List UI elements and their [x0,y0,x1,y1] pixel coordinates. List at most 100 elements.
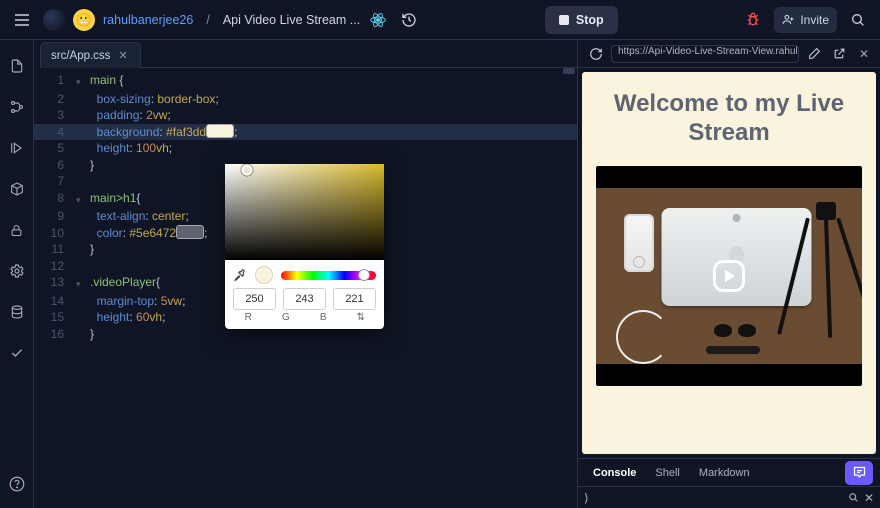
console-search-icon[interactable] [847,491,860,504]
line-number: 12 [34,258,76,275]
console-clear-icon[interactable]: ✕ [864,491,874,505]
line-number: 8 [34,190,76,209]
line-number: 9 [34,208,76,225]
menu-icon[interactable] [9,7,35,33]
fold-gutter-icon[interactable] [76,140,90,157]
line-number: 11 [34,241,76,258]
code-line[interactable]: 1▾main { [34,72,577,91]
color-picker-handle[interactable] [242,165,253,176]
edit-icon[interactable] [804,44,824,64]
code-text: } [90,326,94,343]
files-icon[interactable] [5,54,29,78]
close-preview-icon[interactable]: ✕ [854,44,874,64]
open-new-tab-icon[interactable] [829,44,849,64]
hue-slider[interactable] [281,271,376,280]
line-number: 15 [34,309,76,326]
video-player[interactable] [596,166,862,386]
tab-shell[interactable]: Shell [647,463,687,483]
debug-icon[interactable] [5,136,29,160]
line-number: 13 [34,274,76,293]
stop-label: Stop [576,13,604,27]
breadcrumb-project[interactable]: Api Video Live Stream ... [223,13,360,27]
reload-icon[interactable] [586,44,606,64]
code-text: height: 60vh; [90,309,165,326]
fold-gutter-icon[interactable] [76,258,90,275]
input-r[interactable]: 250 [233,288,276,310]
play-button[interactable] [713,260,745,292]
minimap-indicator[interactable] [563,68,575,74]
fold-gutter-icon[interactable] [76,107,90,124]
bug-icon[interactable] [740,7,766,33]
history-icon[interactable] [396,7,422,33]
code-line[interactable]: 2 box-sizing: border-box; [34,91,577,108]
line-number: 3 [34,107,76,124]
fold-gutter-icon[interactable] [76,326,90,343]
hue-handle[interactable] [358,269,370,281]
settings-icon[interactable] [5,259,29,283]
current-color-swatch [255,266,273,284]
color-swatch[interactable] [177,226,203,238]
code-line[interactable]: 5 height: 100vh; [34,140,577,157]
user-plus-icon [782,13,795,26]
secrets-icon[interactable] [5,218,29,242]
page-title: Welcome to my Live Stream [596,90,862,148]
color-picker[interactable]: 250 243 221 R G B ⇅ [225,164,384,329]
fold-gutter-icon[interactable]: ▾ [76,72,90,91]
input-g[interactable]: 243 [283,288,326,310]
code-text: height: 100vh; [90,140,172,157]
chat-icon[interactable] [845,461,873,485]
url-bar[interactable]: https://Api-Video-Live-Stream-View.rahul… [611,45,799,63]
tripod-graphic [796,202,850,352]
format-toggle-icon[interactable]: ⇅ [346,312,377,323]
invite-button[interactable]: Invite [774,7,837,33]
version-control-icon[interactable] [5,95,29,119]
sunglasses-graphic [714,324,756,338]
phone-graphic [624,214,654,272]
input-b[interactable]: 221 [333,288,376,310]
avatar[interactable]: 😬 [73,9,95,31]
code-text: box-sizing: border-box; [90,91,219,108]
fold-gutter-icon[interactable] [76,173,90,190]
stop-button[interactable]: Stop [545,6,618,34]
tab-app-css[interactable]: src/App.css ✕ [40,42,141,68]
eyedropper-icon[interactable] [233,268,247,282]
fold-gutter-icon[interactable] [76,157,90,174]
line-number: 4 [34,124,76,141]
code-text: text-align: center; [90,208,189,225]
code-line[interactable]: 4 background: #faf3dd; [34,124,577,141]
fold-gutter-icon[interactable] [76,225,90,242]
fold-gutter-icon[interactable] [76,208,90,225]
code-text: main>h1{ [90,190,140,209]
stop-icon [559,15,569,25]
fold-gutter-icon[interactable]: ▾ [76,190,90,209]
search-icon[interactable] [845,7,871,33]
code-text: margin-top: 5vw; [90,293,185,310]
fold-gutter-icon[interactable] [76,293,90,310]
packages-icon[interactable] [5,177,29,201]
color-picker-saturation[interactable] [225,164,384,260]
pen-graphic [706,346,760,354]
help-icon[interactable] [5,472,29,496]
breadcrumb-user[interactable]: rahulbanerjee26 [103,13,193,27]
line-number: 7 [34,173,76,190]
label-r: R [233,312,264,323]
line-number: 1 [34,72,76,91]
fold-gutter-icon[interactable] [76,309,90,326]
database-icon[interactable] [5,300,29,324]
fold-gutter-icon[interactable] [76,124,90,141]
label-g: G [271,312,302,323]
fold-gutter-icon[interactable]: ▾ [76,274,90,293]
fold-gutter-icon[interactable] [76,91,90,108]
code-line[interactable]: 3 padding: 2vw; [34,107,577,124]
color-swatch[interactable] [207,125,233,137]
console-prompt[interactable]: ⟩ [584,491,589,505]
close-icon[interactable]: ✕ [118,49,127,62]
tab-console[interactable]: Console [585,463,644,483]
label-b: B [308,312,339,323]
replit-logo[interactable] [43,9,65,31]
code-text: .videoPlayer{ [90,274,160,293]
tab-markdown[interactable]: Markdown [691,463,758,483]
line-number: 10 [34,225,76,242]
fold-gutter-icon[interactable] [76,241,90,258]
check-icon[interactable] [5,341,29,365]
